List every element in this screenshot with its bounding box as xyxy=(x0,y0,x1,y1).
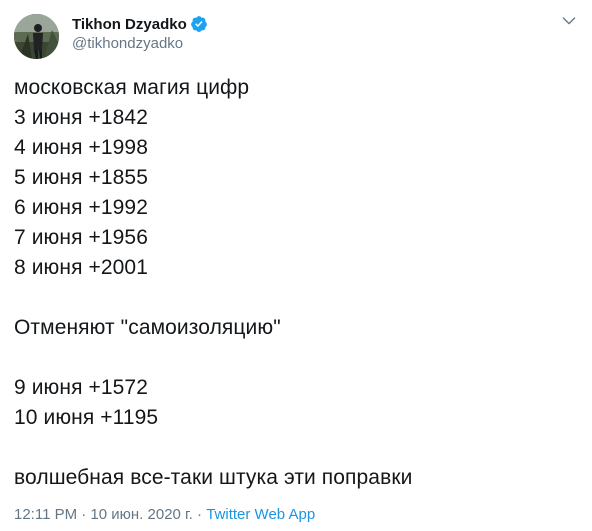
author-handle[interactable]: @tikhondzyadko xyxy=(72,35,208,52)
tweet-line: 10 июня +1195 xyxy=(14,406,159,429)
tweet-line: московская магия цифр xyxy=(14,76,250,99)
chevron-down-icon[interactable] xyxy=(560,12,578,30)
tweet-line: Отменяют "самоизоляцию" xyxy=(14,316,281,339)
verified-badge-icon xyxy=(190,15,208,33)
tweet-line: 3 июня +1842 xyxy=(14,106,148,129)
avatar[interactable] xyxy=(14,14,59,59)
tweet-line: волшебная все-таки штука эти поправки xyxy=(14,466,413,489)
tweet-line: 5 июня +1855 xyxy=(14,166,148,189)
tweet: Tikhon Dzyadko @tikhondzyadko московская… xyxy=(0,0,592,531)
tweet-line: 9 июня +1572 xyxy=(14,376,148,399)
tweet-line: 6 июня +1992 xyxy=(14,196,148,219)
tweet-meta: 12:11 PM · 10 июн. 2020 г. · Twitter Web… xyxy=(14,506,315,523)
tweet-timestamp[interactable]: 12:11 PM · 10 июн. 2020 г. xyxy=(14,506,193,523)
author-name[interactable]: Tikhon Dzyadko xyxy=(72,16,187,33)
tweet-text: московская магия цифр 3 июня +1842 4 июн… xyxy=(14,73,574,493)
tweet-line: 4 июня +1998 xyxy=(14,136,148,159)
name-row: Tikhon Dzyadko xyxy=(72,14,208,34)
tweet-line: 8 июня +2001 xyxy=(14,256,148,279)
tweet-source-link[interactable]: Twitter Web App xyxy=(206,506,315,523)
meta-separator: · xyxy=(192,506,207,523)
author-block: Tikhon Dzyadko @tikhondzyadko xyxy=(72,14,208,52)
avatar-image xyxy=(14,14,59,59)
tweet-line: 7 июня +1956 xyxy=(14,226,148,249)
